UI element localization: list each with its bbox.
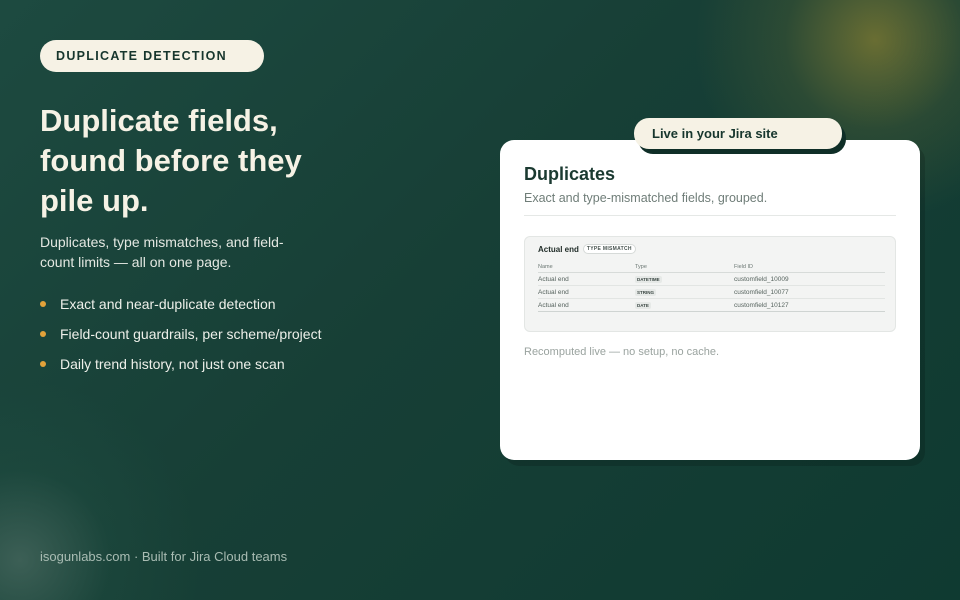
type-tag: DATE: [635, 301, 651, 309]
duplicate-group: Actual end TYPE MISMATCH Name Type Field…: [524, 236, 896, 332]
feature-text: Daily trend history, not just one scan: [60, 356, 285, 372]
card-footnote: Recomputed live — no setup, no cache.: [524, 346, 720, 358]
table-row[interactable]: Actual end DATETIME customfield_10009: [538, 273, 885, 286]
cell-name: Actual end: [538, 301, 569, 309]
feature-item: Daily trend history, not just one scan: [40, 355, 321, 385]
footer-text: isogunlabs.com · Built for Jira Cloud te…: [40, 549, 288, 564]
live-tag: Live in your Jira site: [634, 118, 842, 149]
column-header-name: Name: [538, 263, 553, 270]
card-title: Duplicates: [524, 164, 616, 184]
eyebrow-pill: DUPLICATE DETECTION: [40, 40, 264, 72]
cell-field-id: customfield_10009: [734, 275, 789, 283]
bullet-dot-icon: [40, 301, 46, 307]
feature-text: Exact and near-duplicate detection: [60, 296, 276, 312]
feature-text: Field-count guardrails, per scheme/proje…: [60, 326, 322, 342]
live-tag-label: Live in your Jira site: [652, 126, 778, 141]
feature-list: Exact and near-duplicate detection Field…: [40, 295, 321, 385]
card-divider: [524, 215, 896, 216]
table-row[interactable]: Actual end STRING customfield_10077: [538, 286, 885, 299]
column-header-field-id: Field ID: [734, 263, 753, 270]
type-mismatch-badge: TYPE MISMATCH: [582, 244, 636, 254]
group-header: Actual end TYPE MISMATCH: [538, 244, 636, 254]
cell-name: Actual end: [538, 288, 569, 296]
feature-item: Field-count guardrails, per scheme/proje…: [40, 325, 321, 355]
duplicates-card: Duplicates Exact and type-mismatched fie…: [500, 140, 920, 460]
group-title: Actual end: [538, 244, 579, 254]
subtitle: Duplicates, type mismatches, and field-c…: [40, 234, 284, 270]
type-tag: STRING: [635, 288, 657, 296]
table-header-row: Name Type Field ID: [538, 261, 885, 273]
cell-type: DATE: [635, 301, 734, 309]
bullet-dot-icon: [40, 361, 46, 367]
feature-item: Exact and near-duplicate detection: [40, 295, 321, 325]
field-table: Name Type Field ID Actual end DATETIME c…: [538, 261, 885, 312]
card-subtitle: Exact and type-mismatched fields, groupe…: [524, 191, 768, 205]
table-row[interactable]: Actual end DATE customfield_10127: [538, 299, 885, 312]
cell-type: STRING: [635, 288, 734, 296]
cell-type: DATETIME: [635, 275, 734, 283]
cell-field-id: customfield_10127: [734, 301, 789, 309]
bullet-dot-icon: [40, 331, 46, 337]
cell-field-id: customfield_10077: [734, 288, 789, 296]
column-header-type: Type: [635, 263, 647, 270]
eyebrow-label: DUPLICATE DETECTION: [56, 49, 227, 63]
headline: Duplicate fields, found before they pile…: [40, 103, 302, 218]
cell-name: Actual end: [538, 275, 569, 283]
type-tag: DATETIME: [635, 275, 662, 283]
